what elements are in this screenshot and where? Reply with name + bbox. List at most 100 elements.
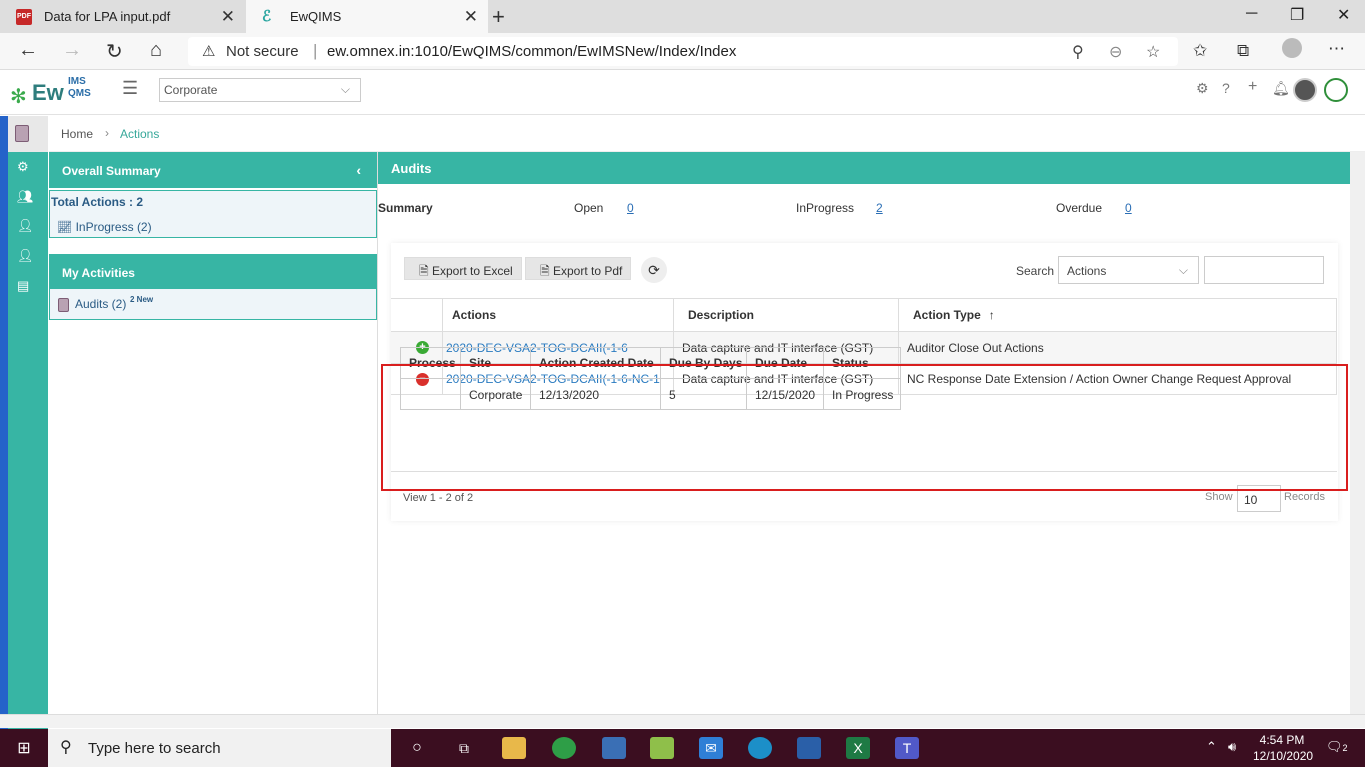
pager-show-label: Show	[1205, 491, 1233, 503]
back-icon[interactable]: ←	[18, 39, 38, 62]
new-tab-icon[interactable]: +	[492, 4, 505, 30]
breadcrumb-home[interactable]: Home	[61, 127, 93, 141]
browser-tab-pdf[interactable]: PDF Data for LPA input.pdf ✕	[0, 0, 245, 33]
ewqims-logo[interactable]: ✻ Ew IMS QMS	[10, 76, 100, 110]
restore-icon[interactable]: ❐	[1290, 5, 1304, 25]
search-icon[interactable]: ⚲	[1072, 42, 1084, 62]
app-switch-icon[interactable]	[1324, 78, 1348, 102]
warning-icon[interactable]: ⚠	[202, 42, 215, 60]
notification-count: 2	[1342, 743, 1348, 753]
address-bar[interactable]: ⚠ Not secure | ew.omnex.in:1010/EwQIMS/c…	[188, 37, 1178, 66]
profile-icon[interactable]	[1282, 38, 1302, 58]
url-text[interactable]: ew.omnex.in:1010/EwQIMS/common/EwIMSNew/…	[327, 43, 736, 60]
volume-icon[interactable]: 🔊︎	[1228, 739, 1236, 755]
avatar[interactable]	[1293, 78, 1317, 102]
cortana-icon[interactable]: ○	[405, 737, 429, 759]
user-check-icon[interactable]: 👤︎	[17, 248, 34, 264]
close-tab-icon[interactable]: ✕	[464, 7, 478, 27]
browser-tab-ewqims[interactable]: ℰ EwQIMS ✕	[246, 0, 488, 33]
col-description-label: Description	[688, 308, 755, 322]
collections-icon[interactable]: ⧉	[1237, 41, 1249, 61]
chart-icon: 📈︎	[57, 220, 76, 234]
search-field-value: Actions	[1067, 264, 1107, 278]
inprogress-link[interactable]: 📈︎ InProgress (2)	[57, 220, 152, 234]
taskbar-search[interactable]: ⚲ Type here to search	[48, 729, 391, 767]
zoom-out-icon[interactable]: ⊖	[1109, 42, 1122, 62]
minimize-icon[interactable]: ─	[1246, 5, 1257, 23]
search-icon: ⚲	[60, 739, 72, 756]
notification-icon[interactable]: 🗨︎2	[1326, 739, 1348, 755]
audits-header: Audits	[378, 152, 1350, 184]
inprogress-count-link[interactable]: 2	[876, 201, 883, 215]
help-icon[interactable]: ?	[1222, 80, 1230, 96]
audits-link[interactable]: Audits (2)	[58, 297, 126, 312]
file-explorer-icon[interactable]	[502, 737, 526, 759]
strip-active-item[interactable]	[8, 116, 48, 152]
export-pdf-label: Export to Pdf	[553, 264, 623, 278]
gear-icon[interactable]: ⚙	[17, 159, 29, 175]
windows-start-icon[interactable]: ⊞	[0, 729, 48, 767]
document-icon: 🗎︎	[540, 264, 550, 278]
audits-label: Audits (2)	[75, 297, 127, 311]
more-icon[interactable]: ⋯	[1328, 39, 1345, 59]
windows-taskbar: ⊞ ⚲ Type here to search ○ ⧉ ✉ X T ⌃ 🔊︎ 4…	[0, 729, 1365, 767]
open-count-link[interactable]: 0	[627, 201, 634, 215]
tab-title: Data for LPA input.pdf	[44, 9, 171, 24]
add-icon[interactable]: +	[1248, 78, 1257, 96]
remote-desktop-icon[interactable]	[602, 737, 626, 759]
taskbar-clock[interactable]: 4:54 PM 12/10/2020	[1253, 732, 1313, 764]
favorites-icon[interactable]: ✩	[1193, 41, 1207, 61]
col-header-actions[interactable]: Actions	[443, 299, 674, 331]
window-close-icon[interactable]: ✕	[1337, 5, 1350, 25]
vertical-scrollbar[interactable]	[1350, 152, 1365, 714]
tray-chevron-icon[interactable]: ⌃	[1206, 739, 1217, 755]
organization-select[interactable]: Corporate ⌵	[159, 78, 361, 102]
reload-icon[interactable]: ↻	[106, 39, 123, 64]
report-icon[interactable]: ▤	[17, 278, 29, 294]
menu-icon[interactable]: ☰	[122, 78, 138, 99]
security-status[interactable]: Not secure	[226, 43, 299, 60]
mail-icon[interactable]: ✉	[699, 737, 723, 759]
overdue-count-link[interactable]: 0	[1125, 201, 1132, 215]
favorite-star-icon[interactable]: ☆	[1146, 42, 1160, 62]
bell-icon[interactable]: 🔔︎	[1272, 80, 1290, 97]
col-action-type-label: Action Type	[913, 308, 981, 322]
open-label: Open	[574, 201, 604, 215]
inprogress-summary-label: InProgress	[796, 201, 855, 215]
overall-summary-title: Overall Summary	[62, 164, 161, 178]
forward-icon[interactable]: →	[62, 39, 82, 62]
export-pdf-button[interactable]: 🗎︎ Export to Pdf	[525, 257, 632, 280]
notepad-icon[interactable]	[650, 737, 674, 759]
home-icon[interactable]: ⌂	[150, 39, 162, 62]
excel-icon[interactable]: X	[846, 737, 870, 759]
col-header-description[interactable]: Description	[674, 299, 899, 331]
edge-icon[interactable]	[748, 737, 772, 759]
close-tab-icon[interactable]: ✕	[221, 7, 235, 27]
overall-summary-header[interactable]: Overall Summary ‹	[49, 152, 377, 188]
highlight-box	[381, 364, 1348, 491]
collapse-chevron-icon[interactable]: ‹	[356, 162, 361, 178]
gear-icon[interactable]: ⚙	[1196, 80, 1209, 97]
chevron-down-icon: ⌵	[340, 82, 350, 96]
user-settings-icon[interactable]: 👤︎	[17, 218, 34, 234]
teams-icon[interactable]: T	[895, 737, 919, 759]
breadcrumb-current[interactable]: Actions	[120, 127, 159, 141]
col-header-action-type[interactable]: Action Type ↑	[899, 299, 1337, 331]
sort-up-icon: ↑	[988, 308, 995, 322]
action-type-text: Auditor Close Out Actions	[907, 340, 1044, 355]
search-field-select[interactable]: Actions ⌵	[1058, 256, 1199, 284]
search-input[interactable]	[1204, 256, 1324, 284]
security-app-icon[interactable]	[797, 737, 821, 759]
users-icon[interactable]: 👥︎	[17, 189, 34, 205]
export-excel-button[interactable]: 🗎︎ Export to Excel	[404, 257, 522, 280]
chevron-right-icon: ›	[105, 126, 109, 140]
pdf-icon: PDF	[16, 8, 32, 25]
task-view-icon[interactable]: ⧉	[452, 737, 476, 759]
logo-ew: Ew	[32, 80, 64, 105]
refresh-icon[interactable]: ⟳	[641, 257, 667, 283]
audits-title: Audits	[391, 161, 432, 176]
summary-row: Summary Open 0 InProgress 2 Overdue 0	[378, 196, 1350, 222]
left-panel: Overall Summary ‹ Total Actions : 2 📈︎ I…	[49, 152, 378, 714]
logo-ims: IMS	[68, 76, 86, 87]
chrome-icon[interactable]	[552, 737, 576, 759]
